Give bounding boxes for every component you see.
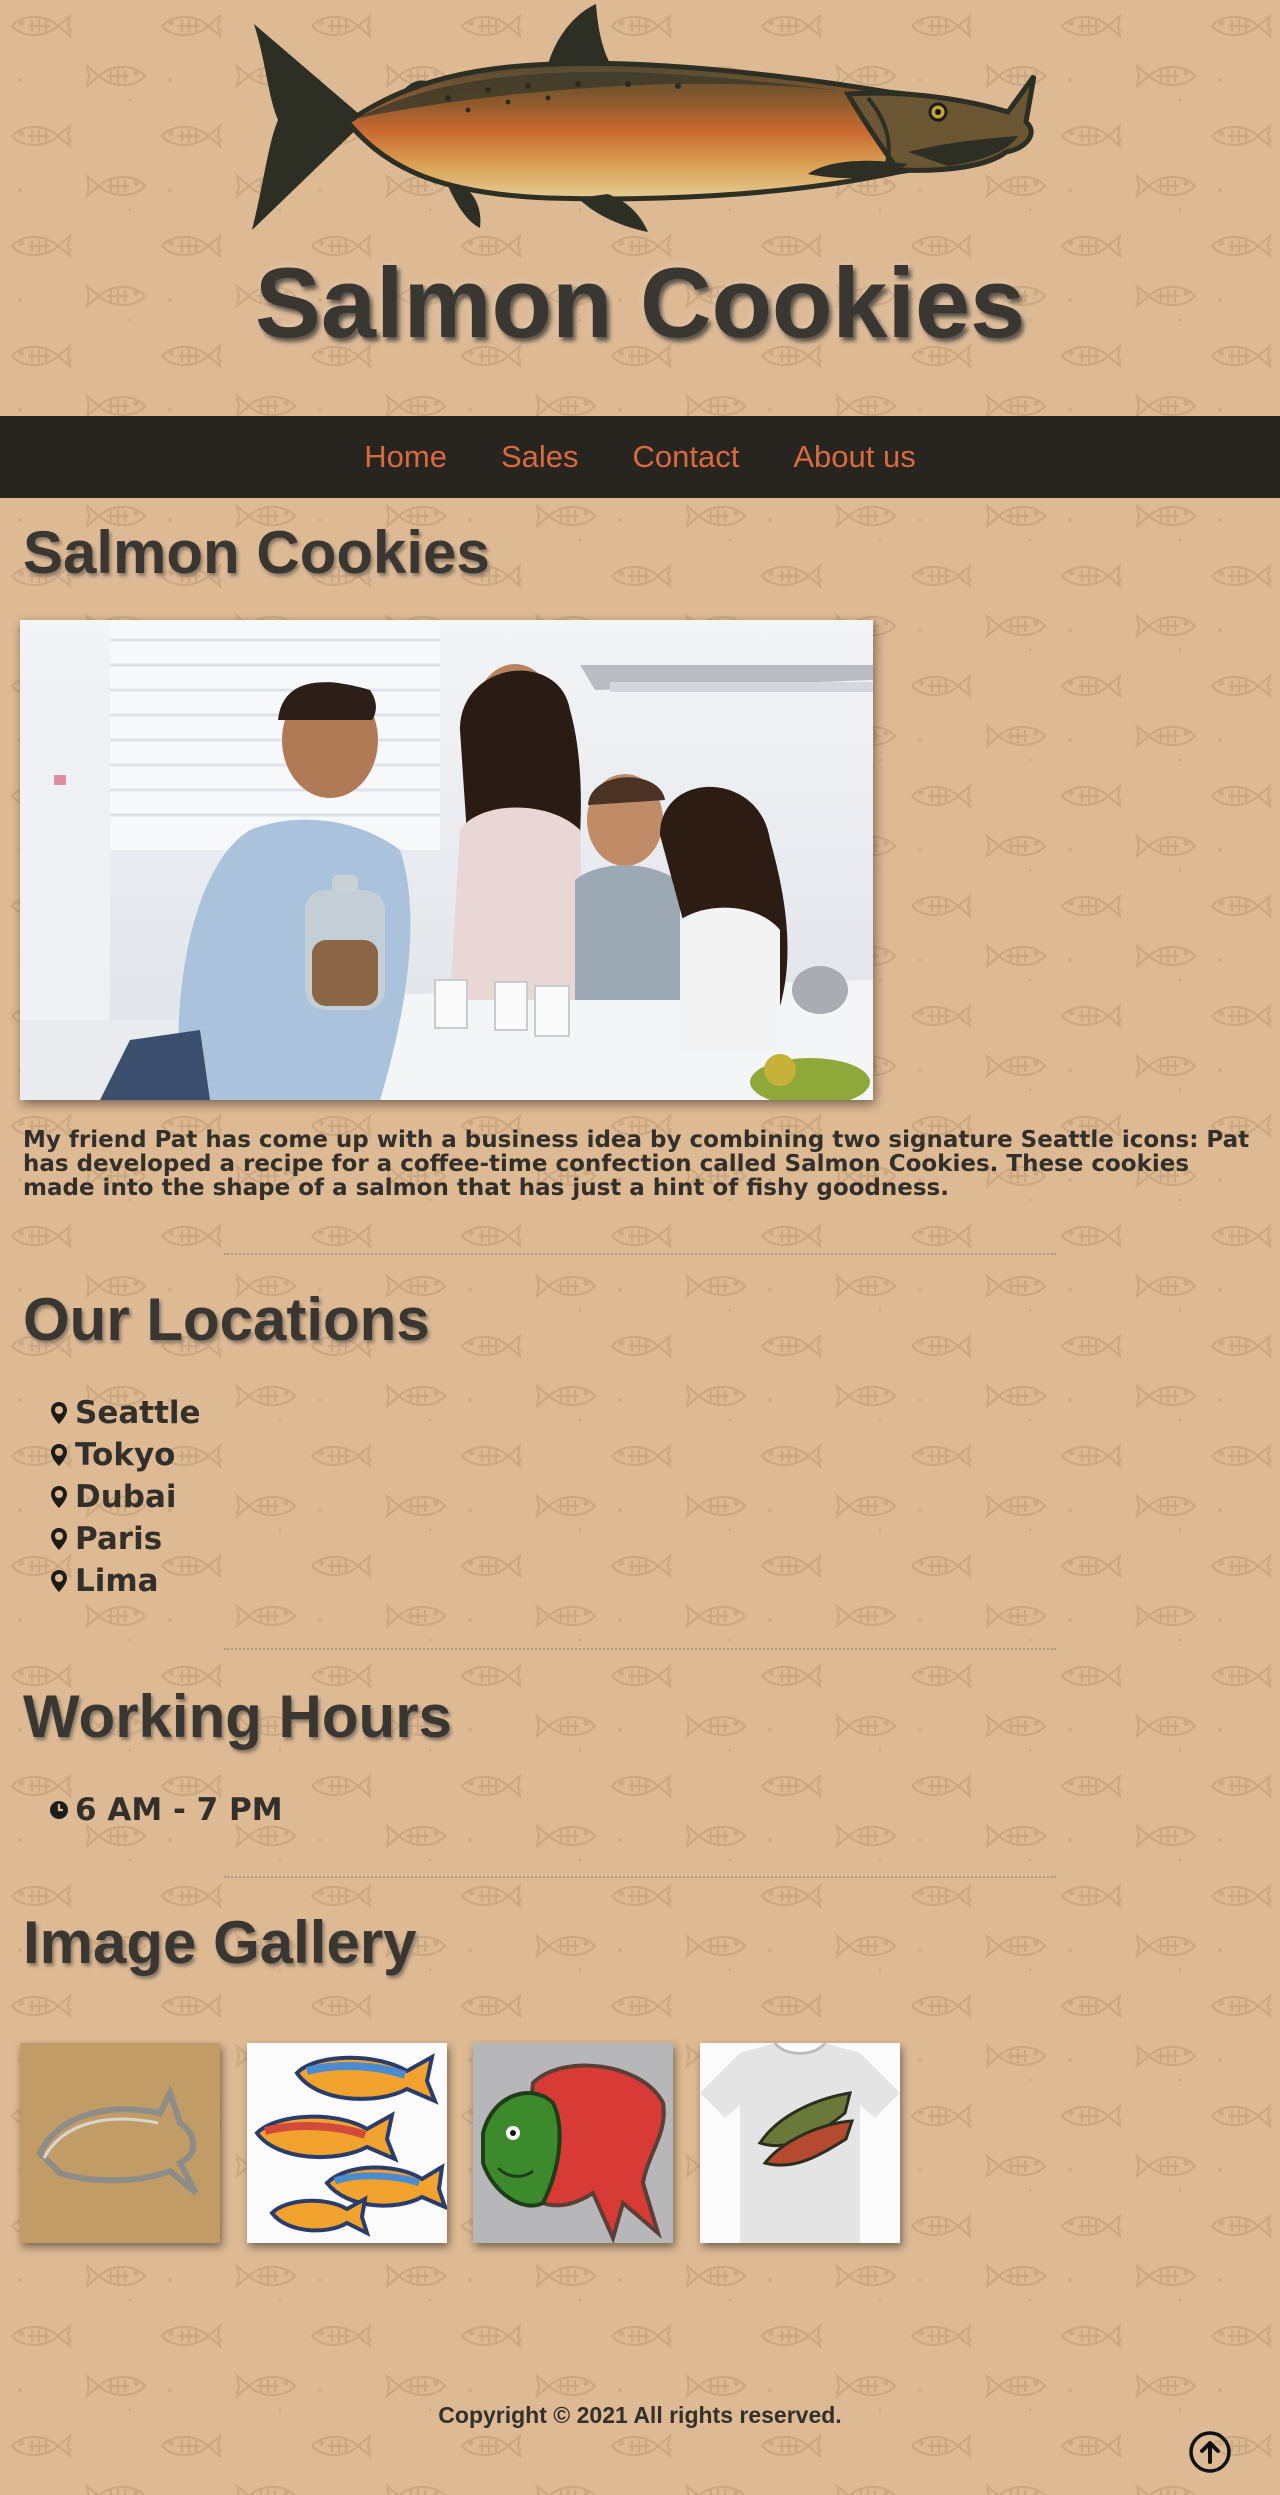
intro-text: My friend Pat has come up with a busines…	[23, 1127, 1250, 1201]
salmon-fish-illustration	[252, 4, 1036, 232]
map-marker-icon	[48, 1567, 70, 1595]
clock-icon	[48, 1796, 70, 1824]
main-heading: Salmon Cookies	[23, 519, 490, 586]
gallery-image-painted-fish-cookies[interactable]	[247, 2043, 447, 2243]
location-item: Seattle	[48, 1392, 201, 1434]
location-item: Paris	[48, 1518, 201, 1560]
main-nav: Home Sales Contact About us	[0, 416, 1280, 498]
hours-list: 6 AM - 7 PM	[48, 1789, 283, 1831]
section-divider	[224, 1253, 1056, 1255]
hours-text: 6 AM - 7 PM	[75, 1792, 283, 1828]
arrow-up-circle-icon	[1189, 2431, 1231, 2473]
map-marker-icon	[48, 1399, 70, 1427]
gallery-image-cookie-cutter[interactable]	[20, 2043, 220, 2243]
map-marker-icon	[48, 1483, 70, 1511]
hours-item: 6 AM - 7 PM	[48, 1789, 283, 1831]
family-photo	[20, 620, 873, 1100]
location-name: Paris	[75, 1521, 163, 1557]
location-name: Tokyo	[75, 1437, 176, 1473]
nav-about-link[interactable]: About us	[766, 416, 942, 498]
gallery-heading: Image Gallery	[23, 1909, 417, 1976]
back-to-top-button[interactable]	[1188, 2430, 1232, 2474]
map-marker-icon	[48, 1441, 70, 1469]
gallery-image-red-green-salmon-cookie[interactable]	[473, 2043, 673, 2243]
map-marker-icon	[48, 1525, 70, 1553]
copyright-text: Copyright © 2021 All rights reserved.	[438, 2402, 842, 2428]
section-divider	[224, 1876, 1056, 1878]
section-divider	[224, 1648, 1056, 1650]
location-name: Lima	[75, 1563, 159, 1599]
nav-list: Home Sales Contact About us	[0, 416, 1280, 498]
hours-heading: Working Hours	[23, 1683, 452, 1750]
location-name: Dubai	[75, 1479, 177, 1515]
location-item: Dubai	[48, 1476, 201, 1518]
location-item: Tokyo	[48, 1434, 201, 1476]
location-name: Seattle	[75, 1395, 201, 1431]
family-photo-illustration	[20, 620, 873, 1100]
gallery-image-salmon-tshirt[interactable]	[700, 2043, 900, 2243]
locations-heading: Our Locations	[23, 1286, 430, 1353]
nav-contact-link[interactable]: Contact	[606, 416, 767, 498]
site-header: Salmon Cookies	[0, 0, 1280, 416]
nav-sales-link[interactable]: Sales	[474, 416, 606, 498]
locations-list: Seattle Tokyo Dubai Paris Lima	[48, 1392, 201, 1602]
location-item: Lima	[48, 1560, 201, 1602]
nav-home-link[interactable]: Home	[337, 416, 474, 498]
site-title: Salmon Cookies	[254, 247, 1026, 358]
